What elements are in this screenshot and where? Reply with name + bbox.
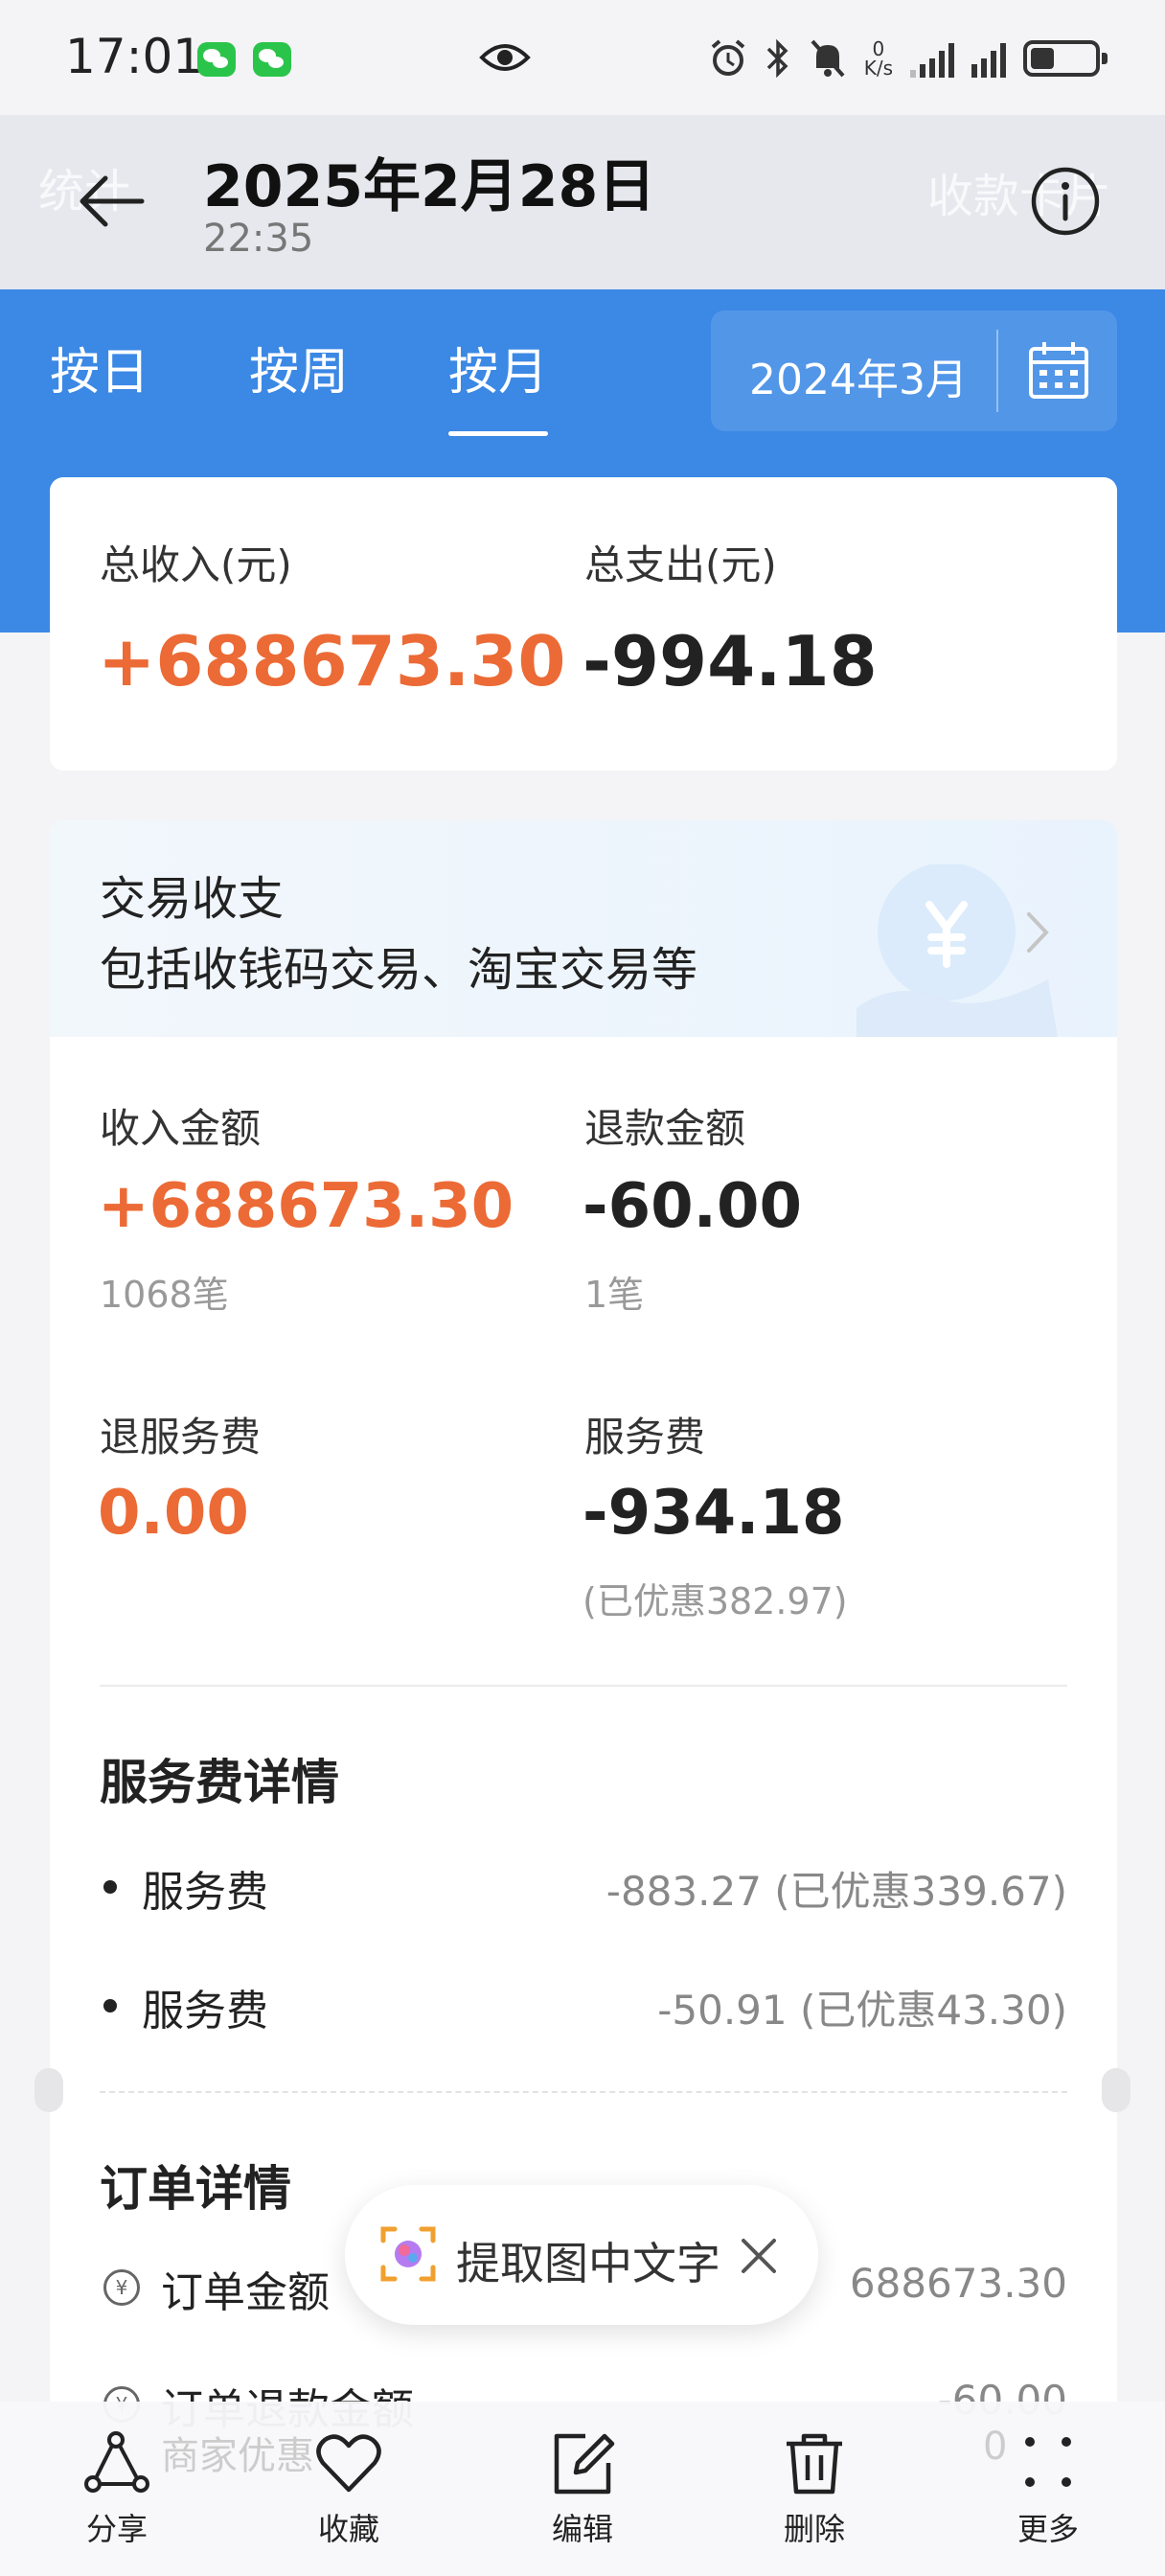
alarm-icon [711,39,745,76]
summary-card: 总收入(元) +688673.30 总支出(元) -994.18 [50,477,1117,770]
more-label: 更多 [1017,2511,1079,2547]
fee-refund-label: 退服务费 [100,1414,262,1460]
refund-count: 1笔 [584,1274,645,1316]
tab-month[interactable]: 按月 [448,332,549,436]
speed-value: 0 [872,37,885,60]
status-time: 17:01 [65,29,204,84]
yen-icon: ¥ [103,2269,140,2306]
income-amount-value: +688673.30 [98,1171,514,1242]
info-icon[interactable] [1029,165,1102,238]
order-amount-label: 订单金额 [161,2268,330,2317]
delete-button[interactable]: 删除 [747,2428,881,2549]
scroll-handle-left [34,2068,63,2112]
month-selector-divider [996,330,998,412]
signal-2-icon [971,39,1006,78]
favorite-label: 收藏 [317,2511,379,2547]
bottom-action-bar: 商家优惠 0 分享 收藏 编辑 删除 更多 [0,2402,1165,2576]
delete-label: 删除 [783,2511,845,2547]
more-button[interactable]: 更多 [981,2428,1115,2549]
wechat-notification-icon [197,42,236,77]
bluetooth-icon [766,38,788,79]
fee-refund-value: 0.00 [98,1478,249,1549]
page-subtitle-time: 22:35 [203,217,314,261]
month-selector-value: 2024年3月 [749,356,968,404]
bullet-dot [103,1880,117,1894]
trash-icon [787,2433,842,2495]
status-right: 0 K/s [709,34,1108,82]
close-icon[interactable] [736,2233,782,2279]
transaction-title: 交易收支 [100,872,285,926]
share-icon [84,2431,149,2493]
extract-text-popup[interactable]: 提取图中文字 [345,2185,818,2325]
back-arrow-icon[interactable] [75,165,148,238]
section-divider [100,1685,1067,1687]
total-expense-label: 总支出(元) [584,541,777,588]
month-selector[interactable]: 2024年3月 [711,310,1117,431]
total-income-value: +688673.30 [98,621,566,702]
fee-detail-label: 服务费 [142,1868,268,1917]
fee-detail-label: 服务费 [142,1987,268,2036]
transaction-header[interactable]: 交易收支 包括收钱码交易、淘宝交易等 [50,820,1117,1037]
page-title: 2025年2月28日 [203,153,656,220]
speed-unit: K/s [863,57,893,80]
edit-label: 编辑 [551,2511,613,2547]
income-count: 1068笔 [100,1274,229,1316]
dashed-divider [100,2091,1067,2093]
service-fee-discount: (已优惠382.97) [582,1580,848,1622]
edit-icon [554,2433,615,2495]
status-bar: 17:01 0 K/s [0,0,1165,115]
wechat-notification-icon-2 [253,42,291,77]
heart-icon [316,2434,381,2493]
refund-amount-value: -60.00 [582,1171,802,1242]
more-icon [1025,2437,1071,2487]
tab-day[interactable]: 按日 [50,332,149,403]
total-income-label: 总收入(元) [100,541,292,588]
favorite-button[interactable]: 收藏 [282,2428,416,2549]
eye-icon [479,44,531,71]
extract-text-label: 提取图中文字 [456,2238,720,2289]
extract-text-icon [380,2226,436,2282]
service-fee-value: -934.18 [582,1478,845,1549]
calendar-icon[interactable] [1027,339,1090,401]
scroll-handle-right [1102,2068,1131,2112]
battery-icon [1023,40,1108,77]
fee-details-title: 服务费详情 [100,1755,339,1810]
share-button[interactable]: 分享 [50,2428,184,2549]
service-fee-label: 服务费 [584,1414,706,1460]
chevron-right-icon[interactable] [1023,908,1052,956]
page-header: 统计 收款卡片 2025年2月28日 22:35 [0,115,1165,289]
total-expense-value: -994.18 [582,621,878,702]
fee-detail-value: -50.91 (已优惠43.30) [657,1987,1067,2034]
transaction-subtitle: 包括收钱码交易、淘宝交易等 [100,943,698,997]
tab-week[interactable]: 按周 [249,332,349,403]
network-speed: 0 K/s [864,39,893,78]
fee-detail-value: -883.27 (已优惠339.67) [605,1868,1067,1915]
mute-bell-icon [811,39,845,78]
refund-amount-label: 退款金额 [584,1105,746,1152]
signal-1-icon [910,39,954,78]
bullet-dot [103,1999,117,2012]
income-amount-label: 收入金额 [100,1105,262,1152]
order-amount-value: 688673.30 [849,2260,1067,2307]
order-details-title: 订单详情 [100,2161,291,2217]
edit-button[interactable]: 编辑 [515,2428,650,2549]
share-label: 分享 [85,2511,148,2547]
